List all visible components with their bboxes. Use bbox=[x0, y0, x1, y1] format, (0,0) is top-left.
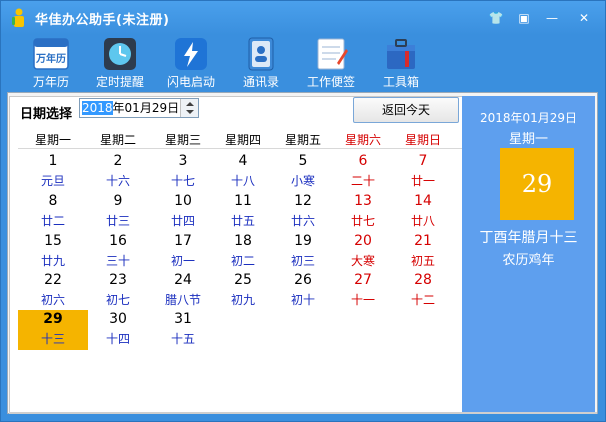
day-number: 8 bbox=[48, 193, 58, 209]
toolbox-icon bbox=[387, 39, 415, 69]
calendar-day-cell[interactable]: 31 十五 bbox=[148, 310, 218, 350]
weekday-header: 星期三 bbox=[164, 133, 201, 147]
lunar-day: 十六 bbox=[105, 174, 130, 188]
lunar-day: 初七 bbox=[105, 293, 130, 307]
toolbar-item-reminder[interactable]: 定时提醒 bbox=[85, 35, 155, 91]
day-number: 9 bbox=[113, 193, 123, 209]
day-number: 23 bbox=[109, 272, 127, 288]
calendar-day-cell[interactable]: 30 十四 bbox=[83, 310, 153, 350]
lightning-icon bbox=[175, 38, 207, 70]
lunar-day: 十五 bbox=[170, 332, 195, 346]
calendar-day-cell[interactable]: 23 初七 bbox=[83, 271, 153, 311]
day-number: 7 bbox=[418, 153, 428, 169]
day-number: 29 bbox=[43, 311, 63, 327]
app-logo-icon bbox=[12, 8, 24, 27]
lunar-day: 三十 bbox=[105, 254, 130, 268]
day-number: 31 bbox=[174, 311, 192, 327]
day-number: 14 bbox=[414, 193, 432, 209]
big-day-number: 29 bbox=[500, 148, 574, 220]
toolbar-label: 定时提醒 bbox=[95, 75, 144, 89]
close-button[interactable]: ✕ bbox=[571, 9, 597, 27]
lunar-day: 廿八 bbox=[410, 214, 435, 228]
day-number: 28 bbox=[414, 272, 432, 288]
calendar-day-cell[interactable]: 14 廿八 bbox=[388, 192, 458, 232]
day-detail-panel: 2018年01月29日 星期一 29 丁酉年腊月十三 农历鸡年 bbox=[462, 96, 595, 412]
toolbar: 万年历 万年历 定时提醒 闪电启动 通讯录 工作便签 工具箱 bbox=[1, 35, 605, 91]
calendar-day-cell[interactable]: 7 廿一 bbox=[388, 152, 458, 192]
toolbar-item-notes[interactable]: 工作便签 bbox=[296, 35, 366, 91]
calendar-day-cell[interactable]: 2 十六 bbox=[83, 152, 153, 192]
spin-up-icon[interactable] bbox=[186, 102, 194, 106]
side-date: 2018年01月29日 bbox=[479, 111, 578, 125]
calendar-day-cell[interactable]: 22 初六 bbox=[18, 271, 88, 311]
toolbar-label: 万年历 bbox=[32, 75, 69, 89]
notepad-icon bbox=[317, 38, 348, 70]
date-year-selection[interactable]: 2018 bbox=[82, 101, 113, 115]
day-number: 15 bbox=[44, 233, 62, 249]
calendar-day-cell[interactable]: 8 廿二 bbox=[18, 192, 88, 232]
calendar-day-cell[interactable]: 21 初五 bbox=[388, 232, 458, 272]
calendar-icon: 万年历 bbox=[33, 38, 69, 70]
weekday-header: 星期二 bbox=[99, 133, 136, 147]
header-divider bbox=[18, 148, 462, 149]
title-bar[interactable]: 华佳办公助手(未注册) 👕 ▣ — ✕ bbox=[1, 1, 605, 35]
lunar-day: 初六 bbox=[40, 293, 65, 307]
toolbar-item-toolbox[interactable]: 工具箱 bbox=[366, 35, 436, 91]
contacts-icon bbox=[248, 37, 274, 71]
date-spinner[interactable] bbox=[180, 99, 198, 117]
toolbar-item-contacts[interactable]: 通讯录 bbox=[226, 35, 296, 91]
side-weekday: 星期一 bbox=[508, 132, 548, 147]
lunar-day: 元旦 bbox=[40, 174, 65, 188]
weekday-header: 星期四 bbox=[224, 133, 261, 147]
toolbar-item-calendar[interactable]: 万年历 万年历 bbox=[16, 35, 86, 91]
spin-down-icon[interactable] bbox=[186, 110, 194, 114]
lunar-day: 十三 bbox=[40, 332, 65, 346]
toolbar-item-quicklaunch[interactable]: 闪电启动 bbox=[156, 35, 226, 91]
calendar-day-cell[interactable]: 28 十二 bbox=[388, 271, 458, 311]
lunar-day: 十二 bbox=[410, 293, 435, 307]
clock-icon bbox=[104, 38, 136, 70]
date-month-day[interactable]: 年01月29日 bbox=[113, 101, 180, 115]
day-number: 1 bbox=[48, 153, 58, 169]
lunar-day: 廿三 bbox=[105, 214, 130, 228]
minimize-button[interactable]: — bbox=[539, 9, 565, 27]
side-lunar-date: 丁酉年腊月十三 bbox=[479, 230, 578, 246]
lunar-day: 廿一 bbox=[410, 174, 435, 188]
lunar-day: 廿二 bbox=[40, 214, 65, 228]
calendar-day-cell[interactable]: 9 廿三 bbox=[83, 192, 153, 232]
side-lunar-year: 农历鸡年 bbox=[502, 253, 555, 268]
day-number: 21 bbox=[414, 233, 432, 249]
status-bar bbox=[9, 412, 597, 414]
lunar-day: 廿九 bbox=[40, 254, 65, 268]
weekday-header: 星期五 bbox=[284, 133, 321, 147]
calendar-day-cell[interactable]: 29 十三 bbox=[18, 310, 88, 350]
toolbar-label: 闪电启动 bbox=[166, 75, 215, 89]
day-number: 30 bbox=[109, 311, 127, 327]
toolbar-label: 通讯录 bbox=[242, 75, 279, 89]
back-to-today-button[interactable]: 返回今天 bbox=[353, 97, 459, 123]
lunar-day: 十四 bbox=[105, 332, 130, 346]
weekday-header: 星期一 bbox=[34, 133, 71, 147]
calendar-day-cell[interactable]: 1 元旦 bbox=[18, 152, 88, 192]
skin-button[interactable]: 👕 bbox=[483, 9, 509, 27]
calendar-day-cell[interactable]: 16 三十 bbox=[83, 232, 153, 272]
window-title: 华佳办公助手(未注册) bbox=[35, 13, 170, 28]
weekday-header: 星期六 bbox=[344, 133, 381, 147]
calendar-day-cell[interactable]: 15 廿九 bbox=[18, 232, 88, 272]
day-number: 16 bbox=[109, 233, 127, 249]
restore-button[interactable]: ▣ bbox=[511, 9, 537, 27]
toolbar-label: 工具箱 bbox=[382, 75, 419, 89]
day-number: 2 bbox=[113, 153, 123, 169]
day-number: 22 bbox=[44, 272, 62, 288]
date-select-label: 日期选择 bbox=[20, 107, 73, 122]
weekday-header: 星期日 bbox=[404, 133, 441, 147]
toolbar-label: 工作便签 bbox=[306, 75, 355, 89]
calendar-icon-text: 万年历 bbox=[35, 52, 66, 65]
lunar-day: 初五 bbox=[410, 254, 435, 268]
